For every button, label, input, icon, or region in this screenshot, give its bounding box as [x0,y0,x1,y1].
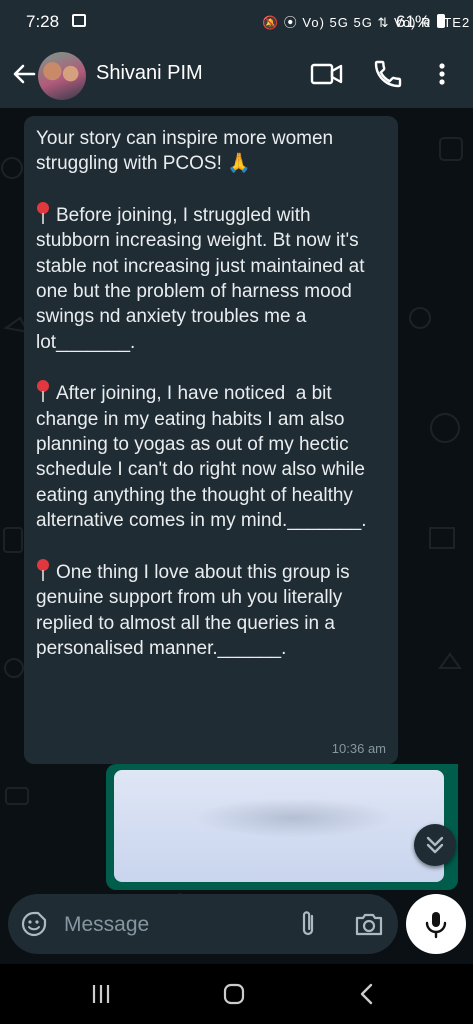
video-call-icon[interactable] [310,60,344,88]
pushpin-icon [36,201,50,224]
paperclip-attach-icon[interactable] [296,908,320,940]
incoming-message-bubble[interactable]: Your story can inspire more women strugg… [24,116,398,764]
message-text-after: After joining, I have noticed a bit chan… [36,383,371,532]
recent-apps-icon[interactable] [88,982,114,1006]
message-timestamp: 10:36 am [331,741,386,756]
pushpin-icon [36,380,50,403]
message-paragraph-after: After joining, I have noticed a bit chan… [36,380,386,533]
pushpin-icon [36,558,50,581]
back-arrow-icon[interactable] [8,58,40,90]
system-navigation-bar [0,964,473,1024]
microphone-button[interactable] [406,894,466,954]
more-options-icon[interactable] [432,58,452,90]
contact-avatar[interactable] [38,52,86,100]
message-paragraph-love: One thing I love about this group is gen… [36,558,386,662]
system-back-icon[interactable] [356,982,378,1006]
blurred-image[interactable] [114,770,444,882]
home-icon[interactable] [222,982,246,1006]
battery-icon [437,14,445,28]
battery-percent: 61% [396,12,431,31]
contact-name[interactable]: Shivani PIM [96,62,203,85]
scroll-to-bottom-button[interactable] [414,824,456,866]
message-paragraph-intro: Your story can inspire more women strugg… [36,128,339,175]
status-time: 7:28 [26,12,60,31]
message-input[interactable] [62,908,286,942]
status-bar: 7:28 🔕 ⦿ Vo) 5G 5G ⇅ Vo) R LTE2 61% [0,0,473,44]
message-paragraph-before: Before joining, I struggled with stubbor… [36,201,386,355]
message-text-love: One thing I love about this group is gen… [36,561,355,659]
chat-area[interactable]: Your story can inspire more women strugg… [0,108,473,960]
message-text-before: Before joining, I struggled with stubbor… [36,204,370,353]
sticker-emoji-icon[interactable] [20,910,48,938]
chat-header: Shivani PIM [0,44,473,108]
gallery-notification-icon [72,14,86,27]
phone-call-icon[interactable] [372,58,404,90]
camera-icon[interactable] [354,910,384,938]
message-composer [8,894,398,954]
outgoing-image-message[interactable] [106,764,458,890]
